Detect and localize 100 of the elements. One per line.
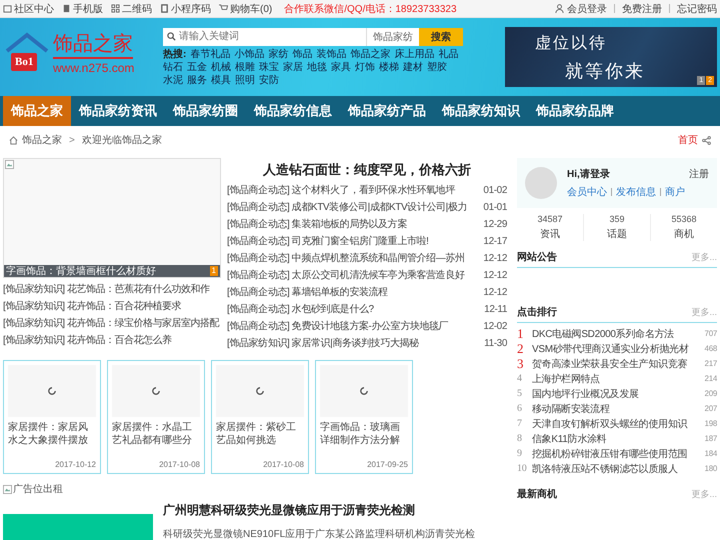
news-link[interactable]: [饰品商企动态] 中频点焊机整流系统和晶闸管介绍—苏州 [227,250,465,267]
news-link[interactable]: [饰品商企动态] 司克雅门窗全铝房门隆重上市啦! [227,233,429,250]
view-count: 180 [704,464,717,473]
account-link[interactable]: 免费注册 [622,2,662,16]
news-link[interactable]: [饰品商企动态] 成都KTV装修公司|成都KTV设计公司|极力 [227,199,468,216]
card-title: 字画饰品：玻璃画详细制作方法分解 [320,421,401,448]
headline[interactable]: 人造钻石面世：纯度罕见，价格六折 [227,158,507,182]
ranking-link[interactable]: 上海护栏网特点 [532,372,702,386]
hot-keyword[interactable]: 春节礼品 [190,48,230,60]
news-link[interactable]: [饰品家纺知识] 花艺饰品：芭蕉花有什么功效和作 [3,281,221,298]
hot-keyword[interactable]: 安防 [259,74,279,86]
article-card[interactable]: 家居摆件：水晶工艺礼品都有哪些分 2017-10-08 [107,360,205,474]
hot-keyword[interactable]: 家具 [331,60,351,74]
article-card[interactable]: 家居摆件：紫砂工艺品如何挑选 2017-10-08 [211,360,309,474]
hot-keyword[interactable]: 地毯 [307,60,327,74]
news-link[interactable]: [饰品家纺知识] 家居常识|商务谈判技巧大揭秘 [227,335,419,352]
hot-keyword[interactable]: 塑胶 [427,60,447,74]
card-date: 2017-10-08 [262,460,304,469]
hot-keyword[interactable]: 五金 [187,60,207,74]
news-link[interactable]: [饰品家纺知识] 花卉饰品：百合花怎么养 [3,332,221,349]
news-link[interactable]: [饰品商企动态] 这个材料火了，看到环保水性环氧地坪 [227,182,455,199]
contact-text: 合作联系微信/QQ/电话：18923733323 [284,2,457,16]
breadcrumb-link[interactable]: 饰品之家 [22,133,62,147]
news-link[interactable]: [饰品商企动态] 集装箱地板的局势以及方案 [227,216,407,233]
ranking-link[interactable]: VSM砂带代理商汉通实业分析抛光材 [532,342,702,356]
account-link[interactable]: 忘记密码 [677,2,717,16]
section-title: 点击排行 [517,306,557,319]
nav-tab[interactable]: 饰品家纺资讯 [71,96,165,126]
nav-tab[interactable]: 饰品家纺产品 [340,96,434,126]
nav-tab[interactable]: 饰品家纺知识 [434,96,528,126]
ranking-link[interactable]: 国内地坪行业概况及发展 [532,386,702,400]
news-link[interactable]: [饰品家纺知识] 花卉饰品：绿宝价格与家居室内搭配 [3,315,221,332]
breadcrumb-current: 欢迎光临饰品之家 [82,134,162,147]
ranking-link[interactable]: 信象K11防水涂料 [532,432,702,446]
news-date: 01-02 [483,184,507,198]
hot-keyword[interactable]: 家纺 [268,48,288,60]
hot-keyword[interactable]: 机械 [211,60,231,74]
image-placeholder[interactable]: 字画饰品：背景墙画框什么材质好 1 [3,158,221,278]
member-link[interactable]: 商户 [665,185,685,199]
ranking-link[interactable]: 贺奇高漆业荣获县安全生产知识竞赛 [532,356,702,370]
card-title: 家居摆件：紫砂工艺品如何挑选 [216,421,297,448]
ranking-link[interactable]: DKC电磁阀SD2000系列命名方法 [532,326,702,340]
hot-keyword[interactable]: 珠宝 [259,60,279,74]
hot-keyword[interactable]: 照明 [235,74,255,86]
hot-keyword[interactable]: 楼梯 [379,60,399,74]
news-link[interactable]: [饰品商企动态] 太原公交司机清洗候车亭为乘客营造良好 [227,267,465,284]
hot-keyword[interactable]: 根雕 [235,60,255,74]
hot-keyword[interactable]: 礼品 [438,48,458,60]
news-link[interactable]: [饰品商企动态] 幕墙铝单板的安装流程 [227,284,388,301]
login-greeting[interactable]: Hi,请登录 [567,167,610,181]
search-field[interactable]: 请输入关键词 [163,28,366,46]
news-link[interactable]: [饰品家纺知识] 花卉饰品：百合花种植要求 [3,298,221,315]
ranking-link[interactable]: 天津自攻钉解析双头螺丝的使用知识 [532,416,702,430]
hot-keyword[interactable]: 建材 [403,60,423,74]
stat-value: 55368 [671,214,697,224]
nav-tab[interactable]: 饰品家纺品牌 [528,96,622,126]
home-link[interactable]: 首页 [678,133,698,147]
article-card[interactable]: 家居摆件：家居风水之大象摆件摆放 2017-10-12 [3,360,101,474]
hot-keyword[interactable]: 水泥 [163,74,183,86]
ranking-link[interactable]: 挖掘机粉碎钳液压钳有哪些使用范围 [532,446,702,460]
news-link[interactable]: [饰品商企动态] 水包砂到底是什么? [227,301,374,318]
share-icon[interactable] [702,136,711,144]
top-link[interactable]: 小程序码 [171,2,211,16]
top-link[interactable]: 二维码 [122,2,152,16]
hot-keyword[interactable]: 饰品 [292,48,312,60]
news-link[interactable]: [饰品商企动态] 免费设计地毯方案-办公室方块地毯厂 [227,318,448,335]
stat-value: 359 [609,214,625,224]
nav-tab[interactable]: 饰品之家 [3,96,71,126]
view-count: 468 [704,344,717,353]
account-link[interactable]: 会员登录 [567,2,607,16]
top-link[interactable]: 购物车(0) [230,2,272,16]
top-link[interactable]: 手机版 [73,2,103,16]
nav-tab[interactable]: 饰品家纺信息 [246,96,340,126]
ranking-link[interactable]: 移动隔断安装流程 [532,402,702,416]
hot-keyword[interactable]: 钻石 [163,60,183,74]
register-link[interactable]: 注册 [689,167,709,181]
breadcrumb-separator: > [69,134,75,146]
hot-keyword[interactable]: 床上用品 [394,48,434,60]
nav-tab[interactable]: 饰品家纺圈 [165,96,246,126]
search-button[interactable]: 搜索 [419,28,463,46]
article-title[interactable]: 广州明慧科研级荧光显微镜应用于沥青荧光检测 [163,502,476,519]
view-count: 217 [704,359,717,368]
rank-number: 9 [517,448,523,459]
hot-keyword[interactable]: 服务 [187,74,207,86]
member-link[interactable]: 会员中心 [567,185,607,199]
article-card[interactable]: 字画饰品：玻璃画详细制作方法分解 2017-09-25 [315,360,413,474]
top-link[interactable]: 社区中心 [14,2,54,16]
broken-image-icon [5,160,14,169]
view-count: 209 [704,389,717,398]
news-date: 01-01 [483,201,507,215]
hot-keyword[interactable]: 装饰品 [316,48,346,60]
member-link[interactable]: 发布信息 [616,185,656,199]
rank-number: 7 [517,418,523,429]
hot-keyword[interactable]: 小饰品 [234,48,264,60]
hot-keyword[interactable]: 灯饰 [355,60,375,74]
ranking-link[interactable]: 凯洛特液压站不锈钢滤芯以质服人 [532,462,702,476]
hot-keyword[interactable]: 模具 [211,74,231,86]
category-select[interactable]: 饰品家纺 [366,28,419,46]
hot-keyword[interactable]: 饰品之家 [350,48,390,60]
hot-keyword[interactable]: 家居 [283,60,303,74]
